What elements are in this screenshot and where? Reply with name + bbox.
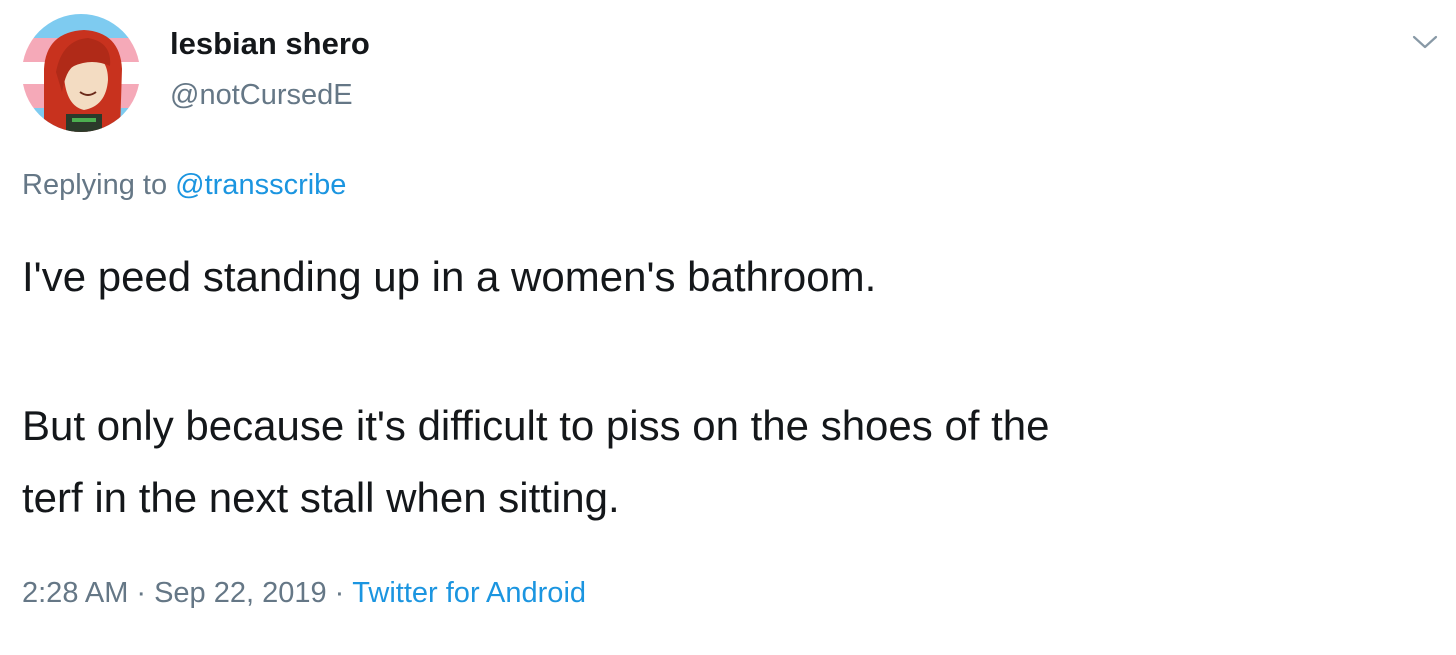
avatar-image [22, 14, 140, 132]
tweet-time[interactable]: 2:28 AM [22, 577, 128, 609]
tweet-card: lesbian shero @notCursedE Replying to @t… [0, 0, 1456, 655]
tweet-text-line-3: terf in the next stall when sitting. [22, 474, 620, 521]
tweet-text-line-1: I've peed standing up in a women's bathr… [22, 253, 877, 300]
replying-to: Replying to @transscribe [22, 169, 346, 202]
chevron-down-icon[interactable] [1410, 30, 1440, 54]
tweet-text-line-2: But only because it's difficult to piss … [22, 402, 1050, 449]
replying-to-label: Replying to [22, 169, 176, 201]
author-handle[interactable]: @notCursedE [170, 79, 353, 112]
tweet-meta: 2:28 AM · Sep 22, 2019 · Twitter for Android [22, 577, 586, 610]
tweet-source-link[interactable]: Twitter for Android [352, 577, 586, 609]
tweet-date[interactable]: Sep 22, 2019 [154, 577, 327, 609]
meta-separator: · [334, 577, 345, 609]
meta-separator: · [136, 577, 147, 609]
avatar[interactable] [22, 14, 140, 132]
reply-mention-link[interactable]: @transscribe [175, 169, 346, 201]
author-display-name[interactable]: lesbian shero [170, 26, 370, 62]
